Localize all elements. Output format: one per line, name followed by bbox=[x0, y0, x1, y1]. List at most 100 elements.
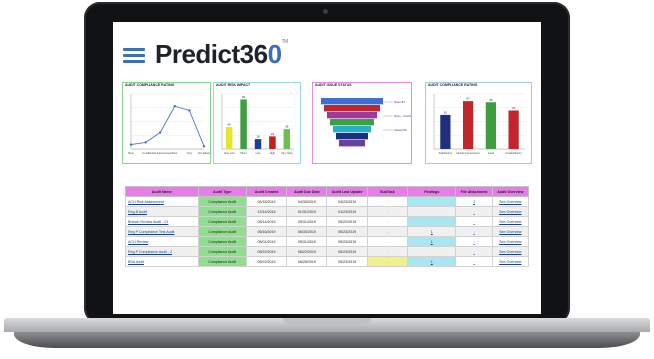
table-cell: . bbox=[366, 236, 409, 247]
audit-name-link[interactable]: Reg B Audit bbox=[125, 206, 199, 217]
compliance-rating-chart-2[interactable]: AUDIT COMPLIANCE RATING 62 Satisfactory 87… bbox=[425, 82, 532, 164]
table-row: Reg B Audit Compliance Audit 12/14/2018 01/… bbox=[125, 206, 530, 217]
audit-name-link[interactable]: ACH Review bbox=[125, 236, 199, 247]
data-point bbox=[129, 143, 133, 146]
see-overview-link[interactable]: See Overview bbox=[491, 196, 530, 207]
chart-bar bbox=[508, 110, 519, 149]
table-row: ACH Review Compliance Audit 05/01/2019 05/3… bbox=[125, 236, 530, 247]
tick-label: Good bbox=[488, 151, 495, 155]
see-overview-link[interactable]: See Overview bbox=[491, 226, 530, 237]
compliance-rating-chart[interactable]: AUDIT COMPLIANCE RATING Best Good Needs Im… bbox=[122, 82, 211, 164]
funnel-label: Closed 50 bbox=[394, 128, 407, 132]
findings-link[interactable]: 1 bbox=[407, 256, 457, 267]
audit-name-link[interactable]: Reg P Compliance Test Audit bbox=[125, 226, 199, 237]
data-label: 36 bbox=[285, 125, 289, 129]
findings-link[interactable] bbox=[407, 246, 457, 257]
column-header[interactable]: Audit Created bbox=[245, 186, 288, 197]
hamburger-icon[interactable] bbox=[123, 48, 145, 64]
audit-type-cell: Compliance Audit bbox=[197, 256, 247, 267]
see-overview-link[interactable]: See Overview bbox=[491, 206, 530, 217]
issue-status-plot: Open 84 Open - Overdue 68 Closed 50 bbox=[321, 98, 411, 147]
table-cell: 04/15/2019 bbox=[245, 196, 288, 207]
data-label: 70 bbox=[512, 106, 516, 110]
tick-label: Unsatisfactory bbox=[505, 151, 522, 155]
file-attachment-link[interactable]: . bbox=[455, 256, 493, 267]
findings-link[interactable]: 1 bbox=[407, 226, 457, 237]
chart-bar bbox=[254, 139, 262, 149]
findings-link[interactable] bbox=[407, 196, 457, 207]
audit-name-link[interactable]: BSA Audit bbox=[125, 256, 199, 267]
funnel-segment bbox=[336, 133, 368, 140]
table-row: Branch Review Audit - 01 Compliance Audit… bbox=[125, 216, 530, 227]
table-cell: 04/30/2019 bbox=[286, 196, 328, 207]
risk-impact-chart[interactable]: AUDIT RISK IMPACT 40 Very Low 90 Minor 18 Low… bbox=[213, 82, 301, 164]
column-header[interactable]: File Attachment bbox=[455, 186, 493, 197]
file-attachment-link[interactable]: . bbox=[455, 246, 493, 257]
chart-title: AUDIT ISSUE STATUS bbox=[315, 83, 352, 87]
tick-label: Needs Improvement bbox=[149, 151, 173, 155]
table-cell: 05/14/2019 bbox=[245, 216, 288, 227]
issue-status-chart[interactable]: AUDIT ISSUE STATUS Open 84 Open - Overdue… bbox=[312, 82, 412, 164]
table-body: ACH Risk Assessment Compliance Audit 04/15… bbox=[125, 196, 530, 267]
tick-label: Low bbox=[256, 151, 261, 155]
file-attachment-link[interactable]: . bbox=[455, 206, 493, 217]
app-logo: Predict360TM bbox=[155, 39, 288, 70]
table-cell: . bbox=[366, 246, 409, 257]
funnel-segment bbox=[330, 119, 374, 126]
data-point bbox=[188, 109, 191, 112]
column-header[interactable]: Audit Name bbox=[125, 186, 199, 197]
chart-bar bbox=[440, 114, 451, 149]
compliance-rating-plot-2: 62 Satisfactory 87 Needs Improvement 85 Good 7… bbox=[433, 93, 525, 155]
see-overview-link[interactable]: See Overview bbox=[491, 236, 530, 247]
see-overview-link[interactable]: See Overview bbox=[491, 246, 530, 257]
column-header[interactable]: Audit Due Date bbox=[286, 186, 328, 197]
chart-bar bbox=[283, 129, 291, 149]
table-cell: . bbox=[366, 216, 409, 227]
app-screen: Predict360TM AUDIT COMPLIANCE RATING Bes… bbox=[113, 22, 541, 314]
chart-bar bbox=[240, 99, 247, 149]
findings-link[interactable] bbox=[407, 216, 457, 227]
audit-type-cell: Compliance Audit bbox=[197, 216, 247, 227]
audit-type-cell: Compliance Audit bbox=[197, 246, 247, 257]
table-cell: . bbox=[366, 196, 409, 207]
table-cell: 05/23/2019 bbox=[326, 226, 368, 237]
file-attachment-link[interactable]: . bbox=[455, 226, 493, 237]
see-overview-link[interactable]: See Overview bbox=[491, 216, 530, 227]
audit-name-link[interactable]: Reg P Compliance Audit - 2 bbox=[125, 246, 199, 257]
findings-link[interactable]: 1 bbox=[407, 236, 457, 247]
tick-label: High bbox=[270, 151, 276, 155]
data-point bbox=[202, 145, 206, 148]
findings-link[interactable] bbox=[407, 206, 457, 217]
series-line bbox=[130, 105, 205, 147]
file-attachment-link[interactable]: . bbox=[455, 216, 493, 227]
chart-bar bbox=[269, 136, 276, 149]
column-header[interactable]: SubTask bbox=[366, 186, 409, 197]
tick-label: Poor bbox=[172, 151, 178, 155]
audit-type-cell: Compliance Audit bbox=[197, 226, 247, 237]
audit-name-link[interactable]: ACH Risk Assessment bbox=[125, 196, 199, 207]
column-header[interactable]: Findings bbox=[407, 186, 457, 197]
funnel-segment bbox=[327, 112, 377, 119]
data-label: 40 bbox=[228, 123, 232, 127]
column-header[interactable]: Audit Overview bbox=[491, 186, 530, 197]
table-row: Reg P Compliance Audit - 2 Compliance Aud… bbox=[125, 246, 530, 257]
column-header[interactable]: Audit Type bbox=[197, 186, 247, 197]
logo-mark: 0 bbox=[267, 39, 282, 69]
audit-type-cell: Compliance Audit bbox=[197, 236, 247, 247]
file-attachment-link[interactable]: . bbox=[455, 236, 493, 247]
data-point bbox=[173, 104, 176, 108]
data-label: 62 bbox=[444, 110, 448, 114]
data-point bbox=[159, 131, 162, 134]
column-header[interactable]: Audit Last Update bbox=[326, 186, 368, 197]
file-attachment-link[interactable]: 1 bbox=[455, 196, 493, 207]
chart-title: AUDIT RISK IMPACT bbox=[216, 83, 251, 87]
table-cell: . bbox=[366, 256, 409, 267]
audit-type-cell: Compliance Audit bbox=[197, 196, 247, 207]
funnel-segment bbox=[333, 126, 371, 133]
table-cell: 12/14/2018 bbox=[245, 206, 288, 217]
funnel-label: Open - Overdue 68 bbox=[394, 114, 411, 118]
see-overview-link[interactable]: See Overview bbox=[491, 256, 530, 267]
logo-text: Predict36 bbox=[155, 39, 268, 69]
audit-name-link[interactable]: Branch Review Audit - 01 bbox=[125, 216, 199, 227]
table-cell: 04/23/2019 bbox=[326, 196, 368, 207]
